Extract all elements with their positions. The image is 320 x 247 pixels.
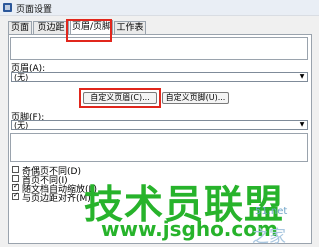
header-preview (10, 37, 308, 60)
highlight-box-button (79, 88, 161, 108)
highlight-box-tab (66, 19, 112, 42)
tab-sheet[interactable]: 工作表 (114, 21, 146, 34)
title-bar: 页面设置 (0, 0, 319, 16)
footer-preview (10, 133, 308, 162)
watermark-site2: 之家 (252, 227, 286, 247)
custom-footer-button[interactable]: 自定义页脚(U)... (162, 92, 229, 104)
tab-page[interactable]: 页面 (8, 21, 32, 34)
page-setup-dialog: 页面设置 页面 页边距 页眉/页脚 工作表 页眉(A): (无) ▼ 自定义页眉… (0, 0, 319, 247)
checkbox-align-margins[interactable] (12, 191, 19, 200)
tab-margins[interactable]: 页边距 (33, 21, 69, 34)
header-select[interactable]: (无) ▼ (11, 72, 308, 82)
footer-select-value: (无) (14, 121, 29, 130)
option-align-label: 与页边距对齐(M) (22, 194, 91, 204)
app-icon (3, 3, 12, 12)
header-select-value: (无) (14, 73, 29, 82)
chevron-down-icon: ▼ (299, 121, 305, 128)
checkbox-first-page[interactable] (12, 175, 19, 182)
chevron-down-icon: ▼ (299, 73, 305, 80)
window-title: 页面设置 (16, 5, 53, 15)
watermark-site: 51.net (255, 206, 288, 217)
checkbox-scale-with-doc[interactable] (12, 182, 19, 191)
footer-select[interactable]: (无) ▼ (11, 120, 308, 130)
checkbox-odd-even[interactable] (12, 166, 19, 173)
